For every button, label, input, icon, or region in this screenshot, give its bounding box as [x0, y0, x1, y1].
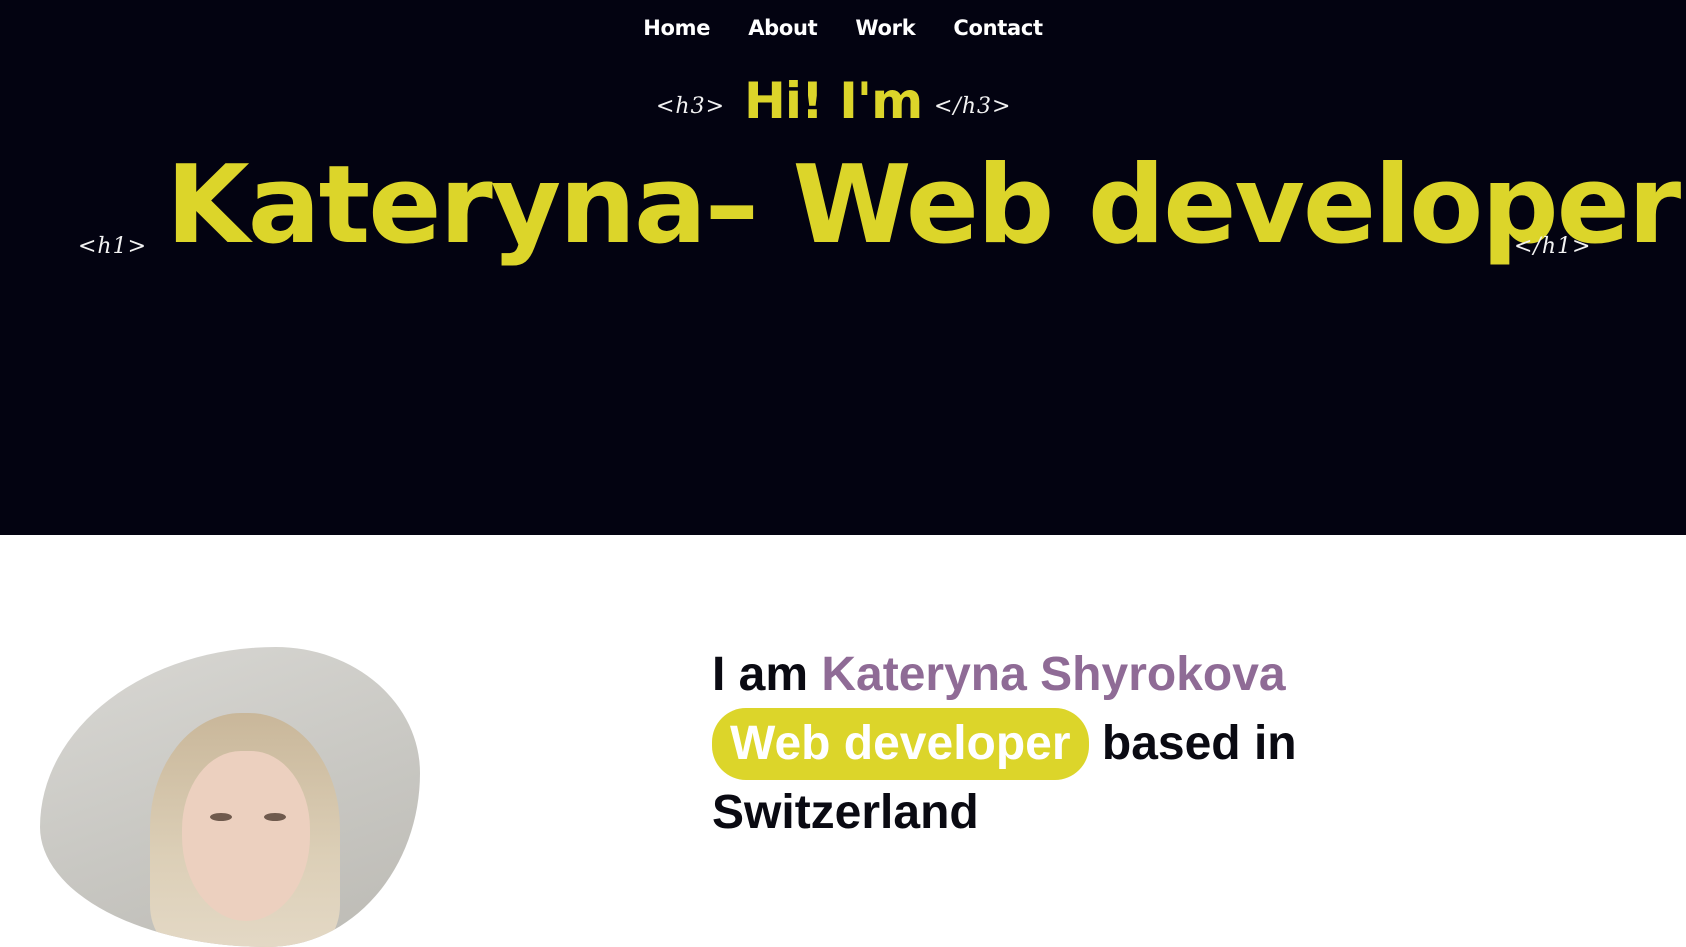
intro-suffix: based in [1101, 717, 1297, 770]
nav-work-link[interactable]: Work [855, 16, 915, 40]
hero-title: Kateryna– Web developer [166, 143, 1681, 268]
intro-name: Kateryna Shyrokova [821, 648, 1286, 701]
intro-text: I am Kateryna Shyrokova Web developer ba… [712, 642, 1612, 846]
intro-location: Switzerland [712, 786, 979, 839]
nav-about-link[interactable]: About [748, 16, 818, 40]
hero-section: Home About Work Contact <h3> Hi! I'm </h… [0, 0, 1686, 535]
nav-home-link[interactable]: Home [643, 16, 710, 40]
profile-photo [40, 647, 420, 947]
main-nav: Home About Work Contact [0, 16, 1686, 40]
intro-prefix: I am [712, 648, 809, 701]
h3-open-tag: <h3> [656, 94, 726, 119]
h3-close-tag: </h3> [934, 94, 1012, 119]
h1-open-tag: <h1> [78, 234, 148, 259]
intro-line-1: I am Kateryna Shyrokova [712, 642, 1612, 708]
photo-right-eye-shape [264, 813, 286, 821]
h1-close-tag: </h1> [1514, 234, 1592, 259]
role-badge: Web developer [712, 708, 1089, 780]
photo-face-shape [182, 751, 310, 921]
greeting-heading: Hi! I'm [744, 72, 923, 130]
nav-contact-link[interactable]: Contact [953, 16, 1043, 40]
photo-left-eye-shape [210, 813, 232, 821]
intro-line-2: Web developer based in [712, 708, 1612, 780]
